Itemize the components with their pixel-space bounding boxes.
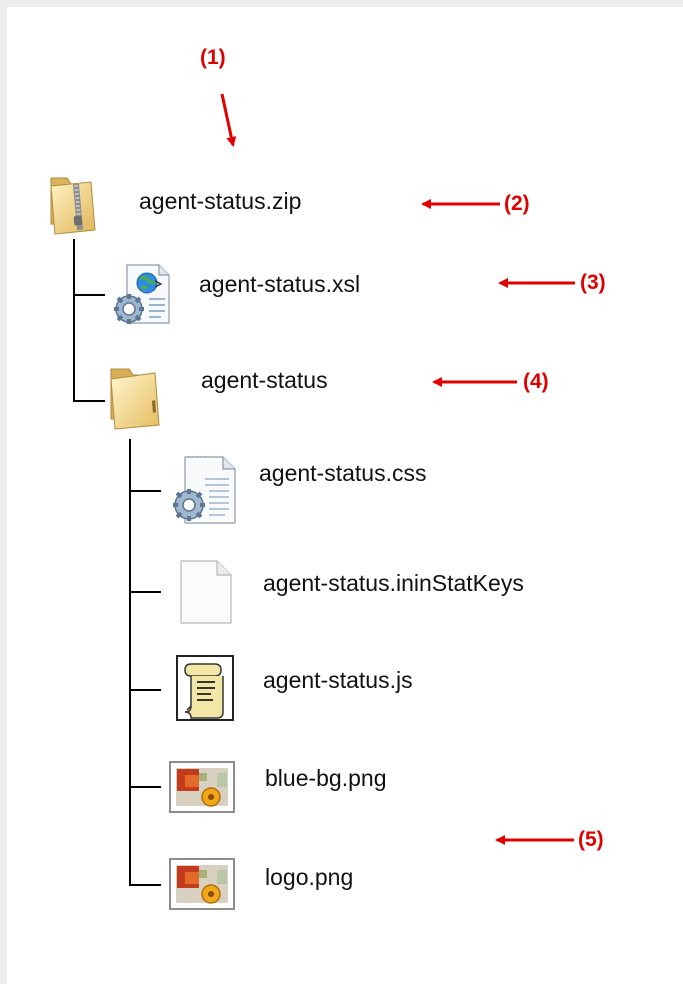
marker-1: (1) — [200, 46, 226, 69]
marker-2: (2) — [504, 192, 530, 215]
arrow-1 — [220, 93, 237, 147]
marker-5: (5) — [578, 828, 604, 851]
marker-3: (3) — [580, 271, 606, 294]
marker-4: (4) — [523, 370, 549, 393]
diagram-canvas: agent-status.zip agent-status.xsl agent-… — [7, 7, 683, 984]
